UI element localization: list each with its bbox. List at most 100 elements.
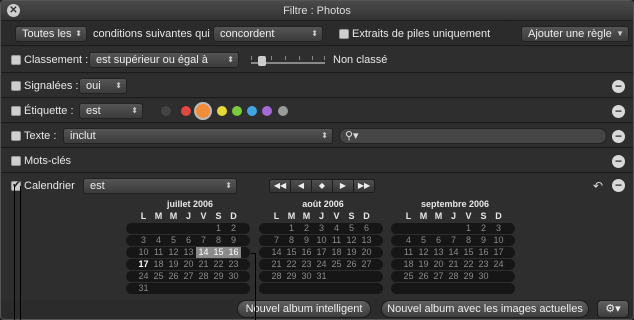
calendar-day[interactable]: 25 <box>151 271 166 282</box>
color-operator-popup[interactable]: est ⬍ <box>79 103 143 119</box>
color-dot-6[interactable] <box>262 106 272 116</box>
nav-next-icon[interactable]: ▶ <box>332 179 354 193</box>
calendar-day[interactable]: 10 <box>314 235 329 246</box>
calendar-day[interactable]: 11 <box>329 235 344 246</box>
calendar-day[interactable]: 27 <box>431 271 446 282</box>
color-dot-4[interactable] <box>232 106 242 116</box>
calendar-day[interactable]: 20 <box>431 259 446 270</box>
calendar-day[interactable]: 20 <box>359 247 374 258</box>
calendar-day[interactable]: 13 <box>431 247 446 258</box>
gear-menu-icon[interactable]: ⚙▾ <box>597 300 629 318</box>
calendar-day[interactable]: 31 <box>136 283 151 294</box>
calendar-day[interactable]: 7 <box>446 235 461 246</box>
calendar-day[interactable]: 4 <box>151 235 166 246</box>
calendar-day[interactable]: 16 <box>299 247 314 258</box>
calendar-day[interactable]: 11 <box>151 247 166 258</box>
rule-color-checkbox[interactable] <box>11 106 21 116</box>
calendar-day[interactable]: 2 <box>476 223 491 234</box>
calendar-day[interactable]: 23 <box>226 259 241 270</box>
remove-rule-icon[interactable]: − <box>612 80 625 93</box>
rule-keywords-checkbox[interactable] <box>11 156 21 166</box>
stacks-only-checkbox[interactable] <box>339 29 349 39</box>
calendar-day[interactable]: 12 <box>416 247 431 258</box>
calendar-day[interactable]: 14 <box>196 247 211 258</box>
calendar-day[interactable]: 11 <box>401 247 416 258</box>
calendar-day[interactable]: 26 <box>344 259 359 270</box>
nav-prev-icon[interactable]: ◀ <box>290 179 312 193</box>
calendar-day[interactable]: 28 <box>446 271 461 282</box>
calendar-day[interactable]: 9 <box>476 235 491 246</box>
calendar-day[interactable]: 17 <box>136 259 151 270</box>
calendar-day[interactable]: 17 <box>314 247 329 258</box>
calendar-day[interactable]: 27 <box>359 259 374 270</box>
agree-mode-popup[interactable]: concordent ⬍ <box>213 26 323 42</box>
calendar-day[interactable]: 10 <box>136 247 151 258</box>
calendar-day[interactable]: 18 <box>329 247 344 258</box>
remove-rule-icon[interactable]: − <box>612 179 625 192</box>
calendar-day[interactable]: 24 <box>314 259 329 270</box>
calendar-day[interactable]: 21 <box>446 259 461 270</box>
calendar-day[interactable]: 7 <box>269 235 284 246</box>
calendar-day[interactable]: 22 <box>284 259 299 270</box>
calendar-day[interactable]: 30 <box>226 271 241 282</box>
calendar-day[interactable]: 4 <box>401 235 416 246</box>
calendar-day[interactable]: 3 <box>314 223 329 234</box>
calendar-operator-popup[interactable]: est ⬍ <box>83 178 237 194</box>
rule-rating-checkbox[interactable] <box>11 55 21 65</box>
color-dot-2[interactable] <box>196 104 210 118</box>
calendar-day[interactable]: 15 <box>284 247 299 258</box>
rule-flagged-checkbox[interactable] <box>11 81 21 91</box>
slider-thumb[interactable] <box>258 56 266 66</box>
close-icon[interactable]: ✕ <box>7 4 20 17</box>
calendar-day[interactable]: 12 <box>344 235 359 246</box>
calendar-day[interactable]: 2 <box>299 223 314 234</box>
calendar-day[interactable]: 15 <box>461 247 476 258</box>
calendar-day[interactable]: 3 <box>136 235 151 246</box>
calendar-day[interactable]: 29 <box>211 271 226 282</box>
color-dot-1[interactable] <box>181 106 191 116</box>
calendar-day[interactable]: 23 <box>299 259 314 270</box>
calendar-day[interactable]: 1 <box>211 223 226 234</box>
calendar-day[interactable]: 27 <box>181 271 196 282</box>
calendar-day[interactable]: 14 <box>446 247 461 258</box>
color-dot-3[interactable] <box>217 106 227 116</box>
rating-operator-popup[interactable]: est supérieur ou égal à ⬍ <box>89 52 239 68</box>
remove-rule-icon[interactable]: − <box>612 130 625 143</box>
calendar-day[interactable]: 8 <box>284 235 299 246</box>
color-dot-7[interactable] <box>278 106 288 116</box>
calendar-day[interactable]: 7 <box>196 235 211 246</box>
calendar-day[interactable]: 22 <box>461 259 476 270</box>
calendar-day[interactable]: 3 <box>491 223 506 234</box>
calendar-day[interactable]: 29 <box>284 271 299 282</box>
calendar-day[interactable]: 5 <box>344 223 359 234</box>
remove-rule-icon[interactable]: − <box>612 105 625 118</box>
calendar-day[interactable]: 9 <box>299 235 314 246</box>
calendar-day[interactable]: 19 <box>166 259 181 270</box>
calendar-day[interactable]: 12 <box>166 247 181 258</box>
calendar-day[interactable]: 18 <box>401 259 416 270</box>
calendar-day[interactable]: 24 <box>136 271 151 282</box>
remove-rule-icon[interactable]: − <box>612 155 625 168</box>
calendar-day[interactable]: 25 <box>401 271 416 282</box>
new-album-current-button[interactable]: Nouvel album avec les images actuelles <box>381 300 589 318</box>
new-smart-album-button[interactable]: Nouvel album intelligent <box>237 300 371 318</box>
calendar-day[interactable]: 6 <box>181 235 196 246</box>
calendar-day[interactable]: 18 <box>151 259 166 270</box>
calendar-day[interactable]: 13 <box>359 235 374 246</box>
calendar-day[interactable]: 2 <box>226 223 241 234</box>
calendar-day[interactable]: 14 <box>269 247 284 258</box>
calendar-day[interactable]: 19 <box>344 247 359 258</box>
calendar-day[interactable]: 29 <box>461 271 476 282</box>
calendar-day[interactable]: 28 <box>196 271 211 282</box>
calendar-day[interactable]: 25 <box>329 259 344 270</box>
calendar-day[interactable]: 6 <box>359 223 374 234</box>
calendar-day[interactable]: 5 <box>166 235 181 246</box>
nav-first-icon[interactable]: ◀◀ <box>269 179 291 193</box>
calendar-day[interactable]: 30 <box>299 271 314 282</box>
nav-today-icon[interactable]: ◆ <box>311 179 333 193</box>
calendar-day[interactable]: 24 <box>491 259 506 270</box>
calendar-day[interactable]: 22 <box>211 259 226 270</box>
calendar-day[interactable]: 9 <box>226 235 241 246</box>
text-operator-popup[interactable]: inclut ⬍ <box>63 128 333 144</box>
calendar-day[interactable]: 10 <box>491 235 506 246</box>
